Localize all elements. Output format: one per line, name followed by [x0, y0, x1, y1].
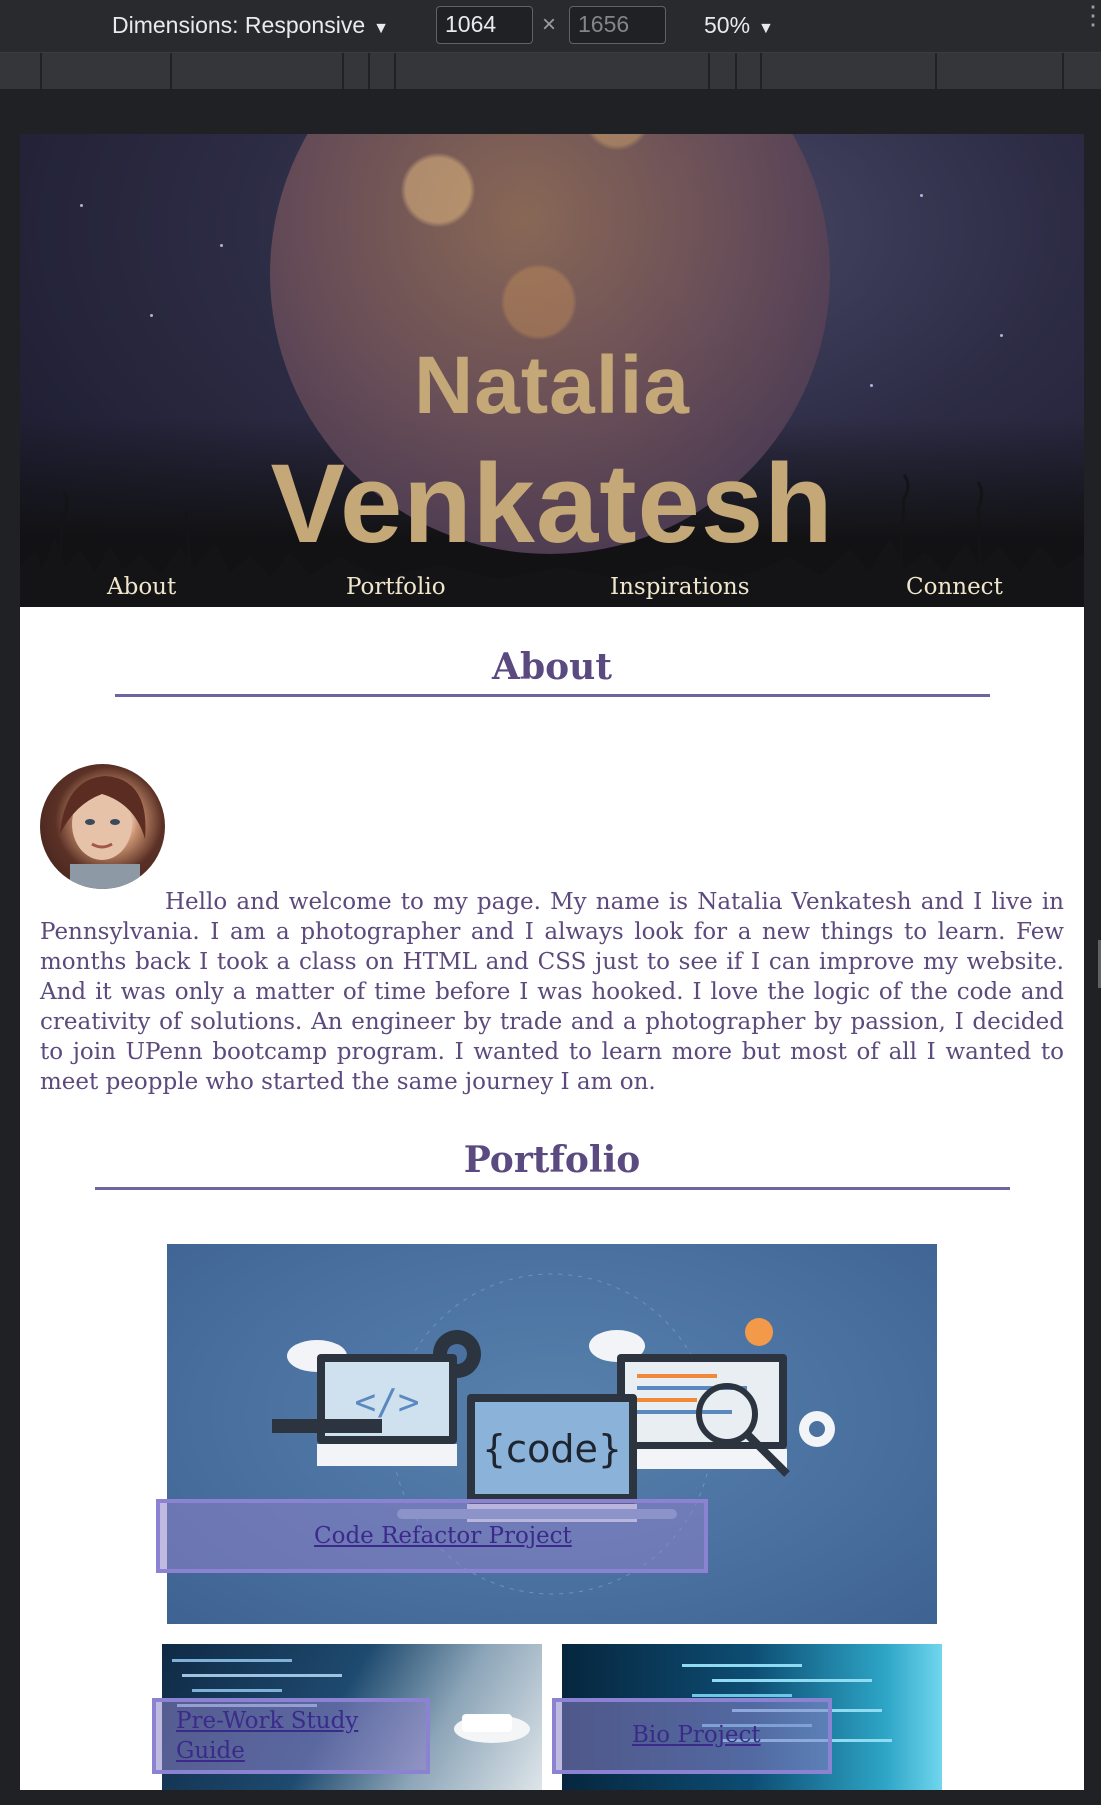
dimensions-label: Dimensions: Responsive: [112, 12, 366, 38]
profile-avatar: [40, 764, 165, 889]
star: [80, 204, 83, 207]
devtools-toolbar: Dimensions: Responsive ▼ 1064 × 1656 50% ▼…: [0, 0, 1101, 53]
code-badge-text: {code}: [482, 1427, 622, 1471]
bio-link-box[interactable]: Bio Project: [552, 1698, 832, 1774]
media-query-segment[interactable]: [760, 53, 762, 89]
caret-down-icon: ▼: [373, 20, 389, 37]
media-query-segment[interactable]: [1062, 53, 1064, 89]
star: [920, 194, 923, 197]
hero-banner: Natalia Venkatesh About Portfolio Inspir…: [20, 134, 1084, 607]
star: [1000, 334, 1003, 337]
media-query-bar: [0, 53, 1101, 89]
pre-work-link-box[interactable]: Pre-Work Study Guide: [152, 1698, 430, 1774]
hero-last-name: Venkatesh: [270, 441, 834, 566]
page-viewport: Natalia Venkatesh About Portfolio Inspir…: [20, 134, 1084, 1790]
about-text: Hello and welcome to my page. My name is…: [40, 889, 1064, 1095]
nav-link-inspirations[interactable]: Inspirations: [610, 574, 750, 600]
media-query-segment[interactable]: [40, 53, 42, 89]
caret-down-icon: ▼: [758, 20, 774, 37]
media-query-segment[interactable]: [394, 53, 396, 89]
code-tag-text: </>: [354, 1382, 419, 1423]
viewport-gutter: [0, 89, 1101, 134]
media-query-segment[interactable]: [170, 53, 172, 89]
height-input[interactable]: 1656: [569, 6, 666, 44]
nav-link-connect[interactable]: Connect: [906, 574, 1003, 600]
pre-work-link[interactable]: Pre-Work Study Guide: [176, 1706, 376, 1766]
more-options-icon[interactable]: ⋮: [1080, 2, 1101, 28]
media-query-segment[interactable]: [935, 53, 937, 89]
nav-link-about[interactable]: About: [107, 574, 176, 600]
media-query-segment[interactable]: [368, 53, 370, 89]
code-refactor-link[interactable]: Code Refactor Project: [314, 1523, 572, 1549]
portfolio-heading: Portfolio: [463, 1139, 641, 1181]
times-icon: ×: [542, 11, 557, 38]
about-divider: [115, 694, 990, 697]
star: [220, 244, 223, 247]
about-paragraph: Hello and welcome to my page. My name is…: [40, 887, 1064, 1097]
bio-link[interactable]: Bio Project: [632, 1722, 761, 1748]
dimensions-dropdown[interactable]: Dimensions: Responsive ▼: [112, 12, 389, 39]
zoom-label: 50%: [704, 12, 751, 38]
profile-photo-icon: [60, 776, 146, 889]
width-input[interactable]: 1064: [436, 6, 533, 44]
media-query-segment[interactable]: [342, 53, 344, 89]
nav-link-portfolio[interactable]: Portfolio: [346, 574, 446, 600]
hero-first-name: Natalia: [414, 340, 690, 431]
about-heading: About: [492, 646, 612, 688]
media-query-segment[interactable]: [735, 53, 737, 89]
star: [150, 314, 153, 317]
zoom-dropdown[interactable]: 50% ▼: [704, 12, 774, 39]
portfolio-divider: [95, 1187, 1010, 1190]
code-refactor-link-box[interactable]: Code Refactor Project: [156, 1499, 708, 1573]
main-nav: About Portfolio Inspirations Connect: [20, 574, 1084, 607]
media-query-segment[interactable]: [708, 53, 710, 89]
